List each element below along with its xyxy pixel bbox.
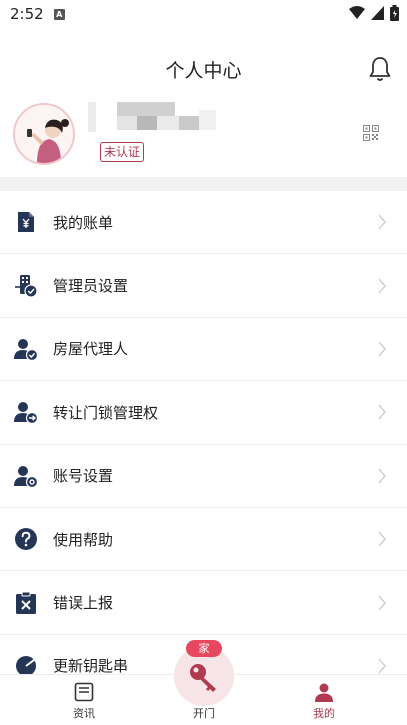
chevron-right-icon bbox=[378, 278, 386, 294]
blurred-username-block-6 bbox=[199, 110, 216, 130]
blurred-username-block-2 bbox=[117, 116, 137, 130]
blurred-username-block-5 bbox=[179, 116, 199, 130]
tab-open-label: 开门 bbox=[193, 707, 215, 720]
tab-news-label: 资讯 bbox=[73, 707, 95, 720]
chevron-right-icon bbox=[378, 595, 386, 610]
page-title: 个人中心 bbox=[165, 60, 242, 82]
user-icon bbox=[315, 683, 333, 702]
wifi-icon bbox=[349, 6, 365, 19]
menu-item-admin-settings[interactable]: 管理员设置 bbox=[0, 254, 407, 318]
admin-settings-icon bbox=[15, 274, 38, 298]
key-icon bbox=[190, 664, 216, 692]
menu-item-bills[interactable]: 我的账单 bbox=[0, 191, 407, 255]
profile-section[interactable]: 未认证 bbox=[0, 100, 407, 175]
menu-list: 我的账单 管理员设置 房屋代理人 转让门锁管理权 账号设置 使用帮助 错误上报 … bbox=[0, 191, 407, 699]
qr-code-icon[interactable] bbox=[363, 125, 379, 141]
status-bar: 2:52 A bbox=[0, 0, 407, 28]
menu-label: 转让门锁管理权 bbox=[53, 403, 159, 422]
menu-label: 管理员设置 bbox=[53, 277, 129, 296]
menu-item-help[interactable]: 使用帮助 bbox=[0, 508, 407, 572]
section-divider bbox=[0, 177, 407, 191]
header: 个人中心 bbox=[0, 50, 407, 90]
blurred-username-block-4 bbox=[157, 116, 179, 130]
avatar[interactable] bbox=[13, 103, 75, 165]
menu-label: 我的账单 bbox=[53, 213, 114, 232]
agent-user-icon bbox=[14, 338, 38, 361]
account-settings-icon bbox=[14, 465, 38, 488]
notification-bell-icon[interactable] bbox=[367, 55, 393, 83]
help-icon bbox=[15, 528, 37, 551]
transfer-user-icon bbox=[14, 402, 38, 425]
blurred-username bbox=[88, 102, 96, 132]
chevron-right-icon bbox=[378, 658, 386, 674]
avatar-illustration bbox=[15, 105, 73, 163]
menu-item-account-settings[interactable]: 账号设置 bbox=[0, 445, 407, 508]
error-report-icon bbox=[16, 591, 36, 614]
menu-label: 房屋代理人 bbox=[53, 340, 129, 359]
status-icons bbox=[349, 5, 399, 21]
chevron-right-icon bbox=[378, 341, 386, 357]
chevron-right-icon bbox=[378, 404, 386, 420]
battery-icon bbox=[390, 5, 399, 21]
menu-label: 使用帮助 bbox=[53, 530, 114, 549]
menu-label: 错误上报 bbox=[53, 594, 114, 613]
verify-status-badge[interactable]: 未认证 bbox=[100, 142, 145, 162]
menu-item-error-report[interactable]: 错误上报 bbox=[0, 571, 407, 635]
status-time: 2:52 bbox=[10, 5, 44, 23]
tab-mine-label: 我的 bbox=[313, 707, 335, 720]
chevron-right-icon bbox=[378, 468, 386, 484]
blurred-username-block-1 bbox=[117, 102, 175, 116]
blurred-username-block-3 bbox=[137, 116, 157, 130]
notification-a-icon: A bbox=[53, 8, 65, 20]
news-icon bbox=[74, 682, 94, 702]
tab-mine[interactable]: 我的 bbox=[284, 675, 364, 725]
home-badge: 家 bbox=[186, 640, 222, 657]
signal-icon bbox=[371, 6, 384, 20]
tab-news[interactable]: 资讯 bbox=[44, 675, 124, 725]
menu-item-house-agent[interactable]: 房屋代理人 bbox=[0, 318, 407, 382]
chevron-right-icon bbox=[378, 531, 386, 547]
chevron-right-icon bbox=[378, 214, 386, 230]
bill-icon bbox=[18, 212, 34, 233]
menu-item-transfer-lock[interactable]: 转让门锁管理权 bbox=[0, 381, 407, 445]
menu-label: 账号设置 bbox=[53, 467, 114, 486]
